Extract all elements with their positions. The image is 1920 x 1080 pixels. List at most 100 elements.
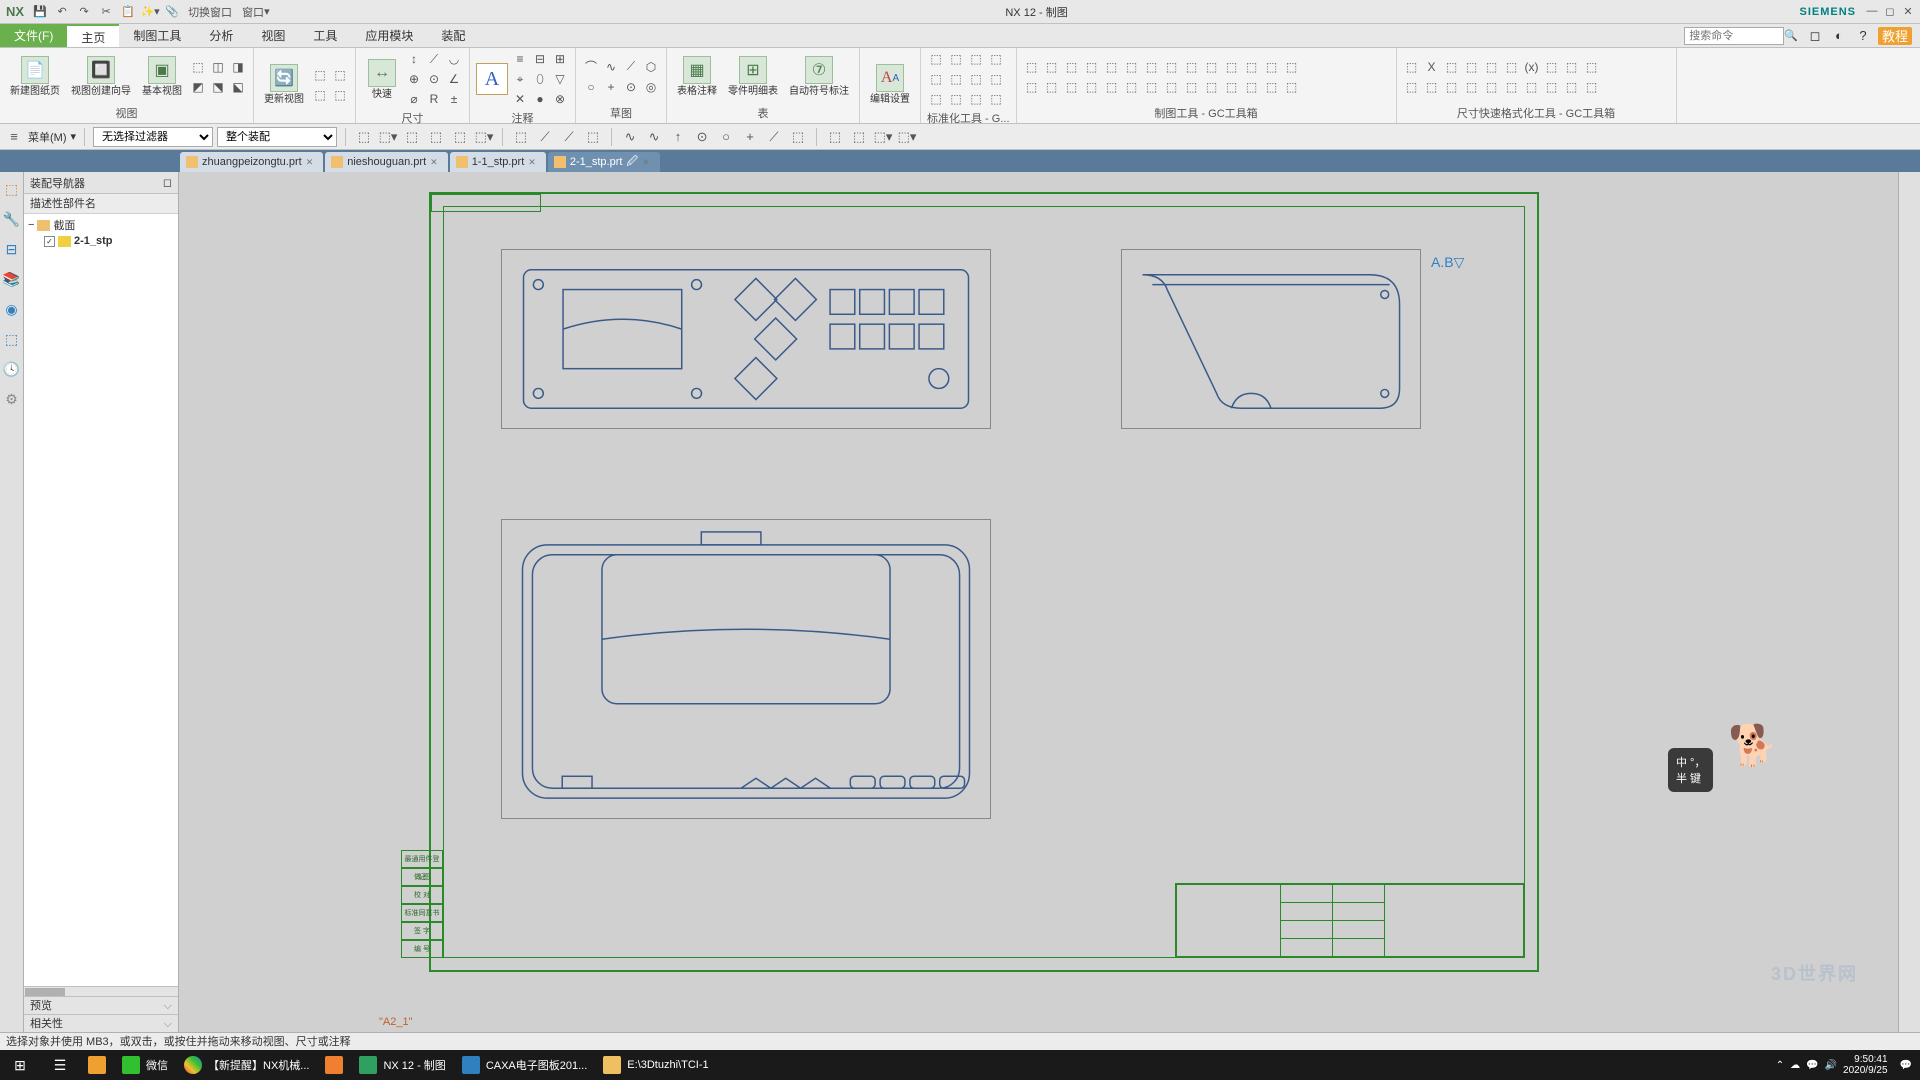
filter-select-2[interactable]: 整个装配 xyxy=(217,127,337,147)
ribbon-icon[interactable]: ⌒ xyxy=(582,58,600,76)
ribbon-icon[interactable]: ⬚ xyxy=(1043,78,1061,96)
close-icon[interactable]: ✕ xyxy=(528,157,536,168)
ribbon-icon[interactable]: ○ xyxy=(582,78,600,96)
tool-icon[interactable]: ⬚▾ xyxy=(378,127,398,147)
tray-icon[interactable]: ☁ xyxy=(1790,1060,1800,1071)
nav-icon[interactable]: ⬚ xyxy=(3,180,21,198)
ribbon-icon[interactable]: ⌖ xyxy=(511,70,529,88)
ribbon-icon[interactable]: ⬚ xyxy=(1023,58,1041,76)
tool-icon[interactable]: ⬚ xyxy=(583,127,603,147)
tray-icon[interactable]: 🔊 xyxy=(1825,1060,1837,1071)
attach-icon[interactable]: 📎 xyxy=(162,3,182,21)
nav-icon[interactable]: ⚙ xyxy=(3,390,21,408)
taskbar-item[interactable]: 微信 xyxy=(114,1050,176,1080)
ribbon-icon[interactable]: ⬚ xyxy=(1023,78,1041,96)
ribbon-icon[interactable]: ⬚ xyxy=(1483,78,1501,96)
tray-icon[interactable]: 💬 xyxy=(1806,1060,1818,1071)
ribbon-icon[interactable]: ◩ xyxy=(189,78,207,96)
menu-label[interactable]: 菜单(M) xyxy=(28,129,67,145)
ribbon-icon[interactable]: ⬚ xyxy=(1263,58,1281,76)
tab-analysis[interactable]: 分析 xyxy=(195,24,247,47)
ribbon-icon[interactable]: ⬚ xyxy=(1583,78,1601,96)
tree-node-root[interactable]: −截面 xyxy=(26,216,176,234)
tool-icon[interactable]: ⬚▾ xyxy=(474,127,494,147)
ribbon-icon[interactable]: ≡ xyxy=(511,50,529,68)
filter-select-1[interactable]: 无选择过滤器 xyxy=(93,127,213,147)
auto-balloon-button[interactable]: ⑦自动符号标注 xyxy=(785,54,853,99)
ribbon-icon[interactable]: ⬚ xyxy=(1063,58,1081,76)
ribbon-icon[interactable]: ⬚ xyxy=(1503,58,1521,76)
ribbon-icon[interactable]: ⬚ xyxy=(1443,78,1461,96)
tool-icon[interactable]: ∿ xyxy=(620,127,640,147)
ribbon-icon[interactable]: ⬚ xyxy=(1163,58,1181,76)
ribbon-icon[interactable]: ⬚ xyxy=(1543,58,1561,76)
ribbon-icon[interactable]: ⬚ xyxy=(1583,58,1601,76)
ribbon-icon[interactable]: ⬚ xyxy=(1243,58,1261,76)
taskbar-item[interactable]: CAXA电子图板201... xyxy=(454,1050,595,1080)
drawing-view-front[interactable] xyxy=(501,249,991,429)
tab-assembly[interactable]: 装配 xyxy=(427,24,479,47)
search-input[interactable] xyxy=(1684,27,1784,45)
ribbon-icon[interactable]: ⬚ xyxy=(947,50,965,68)
nav-icon[interactable]: 🔧 xyxy=(3,210,21,228)
tool-icon[interactable]: ⬚ xyxy=(849,127,869,147)
tool-icon[interactable]: ⬚▾ xyxy=(897,127,917,147)
ribbon-icon[interactable]: ⬚ xyxy=(987,90,1005,108)
taskbar-item[interactable] xyxy=(317,1050,351,1080)
tool-icon[interactable]: ⊙ xyxy=(692,127,712,147)
update-view-button[interactable]: 🔄更新视图 xyxy=(260,62,308,107)
ribbon-icon[interactable]: ⬚ xyxy=(1183,58,1201,76)
drawing-canvas[interactable]: "A2_1" xyxy=(179,172,1898,1032)
drawing-view-side[interactable] xyxy=(1121,249,1421,429)
ribbon-icon[interactable]: ⬚ xyxy=(1463,58,1481,76)
ribbon-icon[interactable]: ⊙ xyxy=(425,70,443,88)
ribbon-icon[interactable]: ⬚ xyxy=(1083,58,1101,76)
input-assistant[interactable]: 🐕 中 °，半 键 xyxy=(1668,722,1778,792)
tool-icon[interactable]: ⬚ xyxy=(426,127,446,147)
ribbon-icon[interactable]: ⬚ xyxy=(1043,58,1061,76)
ribbon-icon[interactable]: ⬚ xyxy=(1143,78,1161,96)
nav-icon[interactable]: 🕓 xyxy=(3,360,21,378)
ribbon-icon[interactable]: ± xyxy=(445,90,463,108)
ribbon-icon[interactable]: ⬚ xyxy=(927,90,945,108)
menu-button[interactable]: ≡ xyxy=(4,127,24,147)
ribbon-icon[interactable]: ⬚ xyxy=(987,50,1005,68)
tool-icon[interactable]: + xyxy=(740,127,760,147)
tree-node-child[interactable]: ✓2-1_stp xyxy=(26,234,176,248)
file-menu[interactable]: 文件(F) xyxy=(0,24,67,47)
switch-window-button[interactable]: 切换窗口 xyxy=(184,3,236,21)
tool-icon[interactable]: ⟋ xyxy=(559,127,579,147)
ribbon-icon[interactable]: ⬚ xyxy=(947,70,965,88)
ribbon-icon[interactable]: ⬚ xyxy=(311,66,329,84)
doc-tab[interactable]: zhuangpeizongtu.prt✕ xyxy=(180,152,323,172)
ribbon-icon[interactable]: ⬚ xyxy=(1423,78,1441,96)
ribbon-icon[interactable]: ⬚ xyxy=(331,86,349,104)
redo-icon[interactable]: ↷ xyxy=(74,3,94,21)
ribbon-icon[interactable]: ⬡ xyxy=(642,58,660,76)
ribbon-icon[interactable]: ◡ xyxy=(445,50,463,68)
taskbar-item[interactable]: E:\3Dtuzhi\TCI-1 xyxy=(595,1050,716,1080)
ribbon-icon[interactable]: ⊕ xyxy=(405,70,423,88)
notification-icon[interactable]: 💬 xyxy=(1900,1060,1912,1071)
ribbon-icon[interactable]: ⊗ xyxy=(551,90,569,108)
ribbon-icon[interactable]: ⟋ xyxy=(425,50,443,68)
ribbon-icon[interactable]: ⬚ xyxy=(967,70,985,88)
title-block[interactable] xyxy=(1175,883,1525,958)
save-icon[interactable]: 💾 xyxy=(30,3,50,21)
ribbon-icon[interactable]: ↕ xyxy=(405,50,423,68)
nav-related-bar[interactable]: 相关性⌵ xyxy=(24,1014,178,1032)
ribbon-icon[interactable]: ⬚ xyxy=(967,90,985,108)
ribbon-icon[interactable]: ⬚ xyxy=(1203,78,1221,96)
ribbon-icon[interactable]: ⬚ xyxy=(1403,78,1421,96)
ribbon-icon[interactable]: ⬚ xyxy=(1263,78,1281,96)
minimize-icon[interactable]: — xyxy=(1864,5,1880,18)
nav-icon[interactable]: 📚 xyxy=(3,270,21,288)
ribbon-icon[interactable]: ✕ xyxy=(511,90,529,108)
search-icon[interactable]: 🔍 xyxy=(1784,29,1798,42)
doc-tab-active[interactable]: 2-1_stp.prt 🖉 ✕ xyxy=(548,152,660,172)
ribbon-icon[interactable]: ⬚ xyxy=(1503,78,1521,96)
restore-icon[interactable]: ◻ xyxy=(1806,27,1824,45)
ribbon-icon[interactable]: ⬚ xyxy=(189,58,207,76)
ribbon-icon[interactable]: ⬚ xyxy=(1083,78,1101,96)
parts-list-button[interactable]: ⊞零件明细表 xyxy=(724,54,782,99)
